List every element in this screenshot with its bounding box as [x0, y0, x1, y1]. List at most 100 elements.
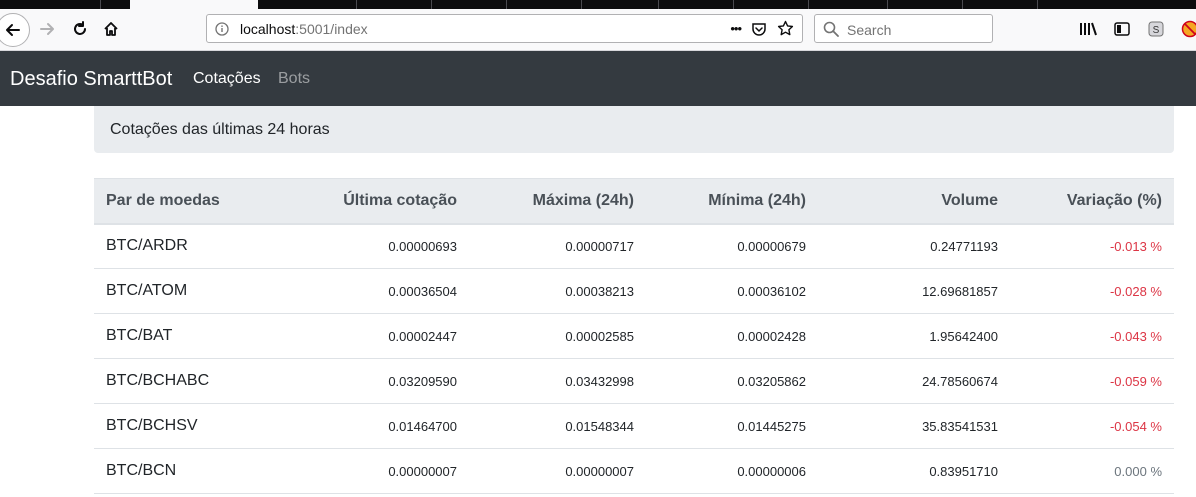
header-change: Variação (%) — [1066, 191, 1162, 209]
page-title: Cotações das últimas 24 horas — [110, 121, 330, 138]
cell-change: -0.013 % — [1109, 238, 1162, 254]
cell-pair: BTC/BAT — [106, 327, 173, 344]
cell-high: 0.00038213 — [565, 283, 634, 299]
toolbar-right-icons: S — [1076, 17, 1196, 41]
svg-text:S: S — [1153, 25, 1160, 36]
cell-volume: 24.78560674 — [922, 373, 998, 389]
library-icon — [1080, 22, 1097, 36]
back-button[interactable] — [0, 13, 30, 47]
cell-last: 0.00036504 — [388, 283, 457, 299]
cell-volume: 12.69681857 — [922, 283, 998, 299]
app-navbar: Desafio SmarttBot Cotações Bots — [0, 51, 1196, 106]
browser-tab-active[interactable] — [130, 0, 258, 9]
cell-high: 0.03432998 — [565, 373, 634, 389]
page-heading-box: Cotações das últimas 24 horas — [94, 106, 1174, 153]
cell-high: 0.00002585 — [565, 328, 634, 344]
cell-last: 0.00000693 — [388, 238, 457, 254]
search-input[interactable] — [845, 19, 989, 40]
nav-link-cotacoes[interactable]: Cotações — [193, 70, 261, 88]
extension-button[interactable]: S — [1144, 17, 1168, 41]
cell-low: 0.00000006 — [737, 463, 806, 479]
extension-s-icon: S — [1148, 21, 1164, 37]
info-icon[interactable] — [215, 22, 229, 36]
library-button[interactable] — [1076, 17, 1100, 41]
cell-high: 0.00000717 — [565, 238, 634, 254]
table-header-row: Par de moedas Última cotação Máxima (24h… — [94, 178, 1174, 224]
table-row: BTC/BAT 0.00002447 0.00002585 0.00002428… — [94, 314, 1174, 359]
cell-last: 0.01464700 — [388, 418, 457, 434]
cell-change: -0.059 % — [1109, 373, 1162, 389]
browser-tab[interactable] — [809, 0, 888, 9]
home-icon — [104, 22, 118, 36]
table-row: BTC/BCHSV 0.01464700 0.01548344 0.014452… — [94, 404, 1174, 449]
cell-change: -0.028 % — [1109, 283, 1162, 299]
blocker-extension-button[interactable] — [1178, 17, 1196, 41]
cell-change: 0.000 % — [1114, 463, 1162, 479]
browser-tab[interactable] — [357, 0, 432, 9]
cell-pair: BTC/BCHABC — [106, 372, 210, 389]
cell-high: 0.01548344 — [565, 418, 634, 434]
header-volume: Volume — [941, 191, 998, 209]
browser-tab[interactable] — [734, 0, 809, 9]
sidebar-icon — [1114, 22, 1130, 36]
page-actions-menu-icon[interactable]: ••• — [730, 21, 742, 36]
cell-low: 0.00002428 — [737, 328, 806, 344]
browser-tab[interactable] — [507, 0, 582, 9]
browser-toolbar: localhost:5001/index ••• Search S — [0, 9, 1196, 51]
browser-tab[interactable] — [582, 0, 659, 9]
page-actions: ••• — [730, 20, 794, 37]
table-row: BTC/BCHABC 0.03209590 0.03432998 0.03205… — [94, 359, 1174, 404]
cell-change: -0.043 % — [1109, 328, 1162, 344]
search-icon — [823, 21, 839, 37]
url-bar[interactable]: localhost:5001/index ••• — [206, 14, 803, 43]
search-bar — [814, 14, 993, 43]
browser-tab[interactable] — [659, 0, 734, 9]
cell-pair: BTC/BCN — [106, 462, 177, 479]
cell-volume: 0.83951710 — [929, 463, 998, 479]
url-host: localhost — [240, 21, 296, 37]
cell-volume: 35.83541531 — [922, 418, 998, 434]
table-row: BTC/ATOM 0.00036504 0.00038213 0.0003610… — [94, 269, 1174, 314]
header-last: Última cotação — [343, 191, 457, 209]
reload-button[interactable] — [66, 15, 94, 43]
cell-last: 0.00000007 — [388, 463, 457, 479]
cell-last: 0.00002447 — [388, 328, 457, 344]
cell-volume: 0.24771193 — [930, 238, 998, 254]
arrow-right-icon — [40, 23, 54, 35]
cell-low: 0.01445275 — [737, 418, 806, 434]
cell-change: -0.054 % — [1109, 418, 1162, 434]
table-row: BTC/BCN 0.00000007 0.00000007 0.00000006… — [94, 449, 1174, 494]
header-low: Mínima (24h) — [708, 191, 806, 209]
cell-volume: 1.95642400 — [929, 328, 998, 344]
cell-pair: BTC/BCHSV — [106, 417, 198, 434]
browser-tab[interactable] — [280, 0, 357, 9]
cell-low: 0.03205862 — [737, 373, 806, 389]
nav-link-bots[interactable]: Bots — [278, 70, 310, 88]
cell-low: 0.00000679 — [737, 238, 806, 254]
sidebar-button[interactable] — [1110, 17, 1134, 41]
navbar-brand[interactable]: Desafio SmarttBot — [10, 68, 172, 91]
home-button[interactable] — [97, 15, 125, 43]
cell-high: 0.00000007 — [565, 463, 634, 479]
cell-pair: BTC/ATOM — [106, 282, 188, 299]
header-high: Máxima (24h) — [532, 191, 634, 209]
star-icon[interactable] — [777, 20, 794, 37]
browser-tab[interactable] — [0, 0, 101, 9]
cell-pair: BTC/ARDR — [106, 237, 188, 255]
quotes-table: Par de moedas Última cotação Máxima (24h… — [94, 178, 1174, 494]
browser-tab[interactable] — [888, 0, 963, 9]
forward-button[interactable] — [33, 15, 61, 43]
table-row: BTC/ARDR 0.00000693 0.00000717 0.0000067… — [94, 224, 1174, 269]
url-text[interactable]: localhost:5001/index — [240, 21, 368, 37]
browser-tab[interactable] — [963, 0, 1038, 9]
header-pair: Par de moedas — [106, 191, 220, 209]
browser-tab[interactable] — [432, 0, 507, 9]
pocket-icon[interactable] — [751, 21, 767, 37]
cell-last: 0.03209590 — [388, 373, 457, 389]
url-path: :5001/index — [295, 21, 368, 37]
arrow-left-icon — [6, 24, 20, 36]
reload-icon — [74, 21, 86, 35]
blocked-icon — [1181, 20, 1196, 38]
browser-tab-strip — [0, 0, 1196, 9]
cell-low: 0.00036102 — [737, 283, 806, 299]
